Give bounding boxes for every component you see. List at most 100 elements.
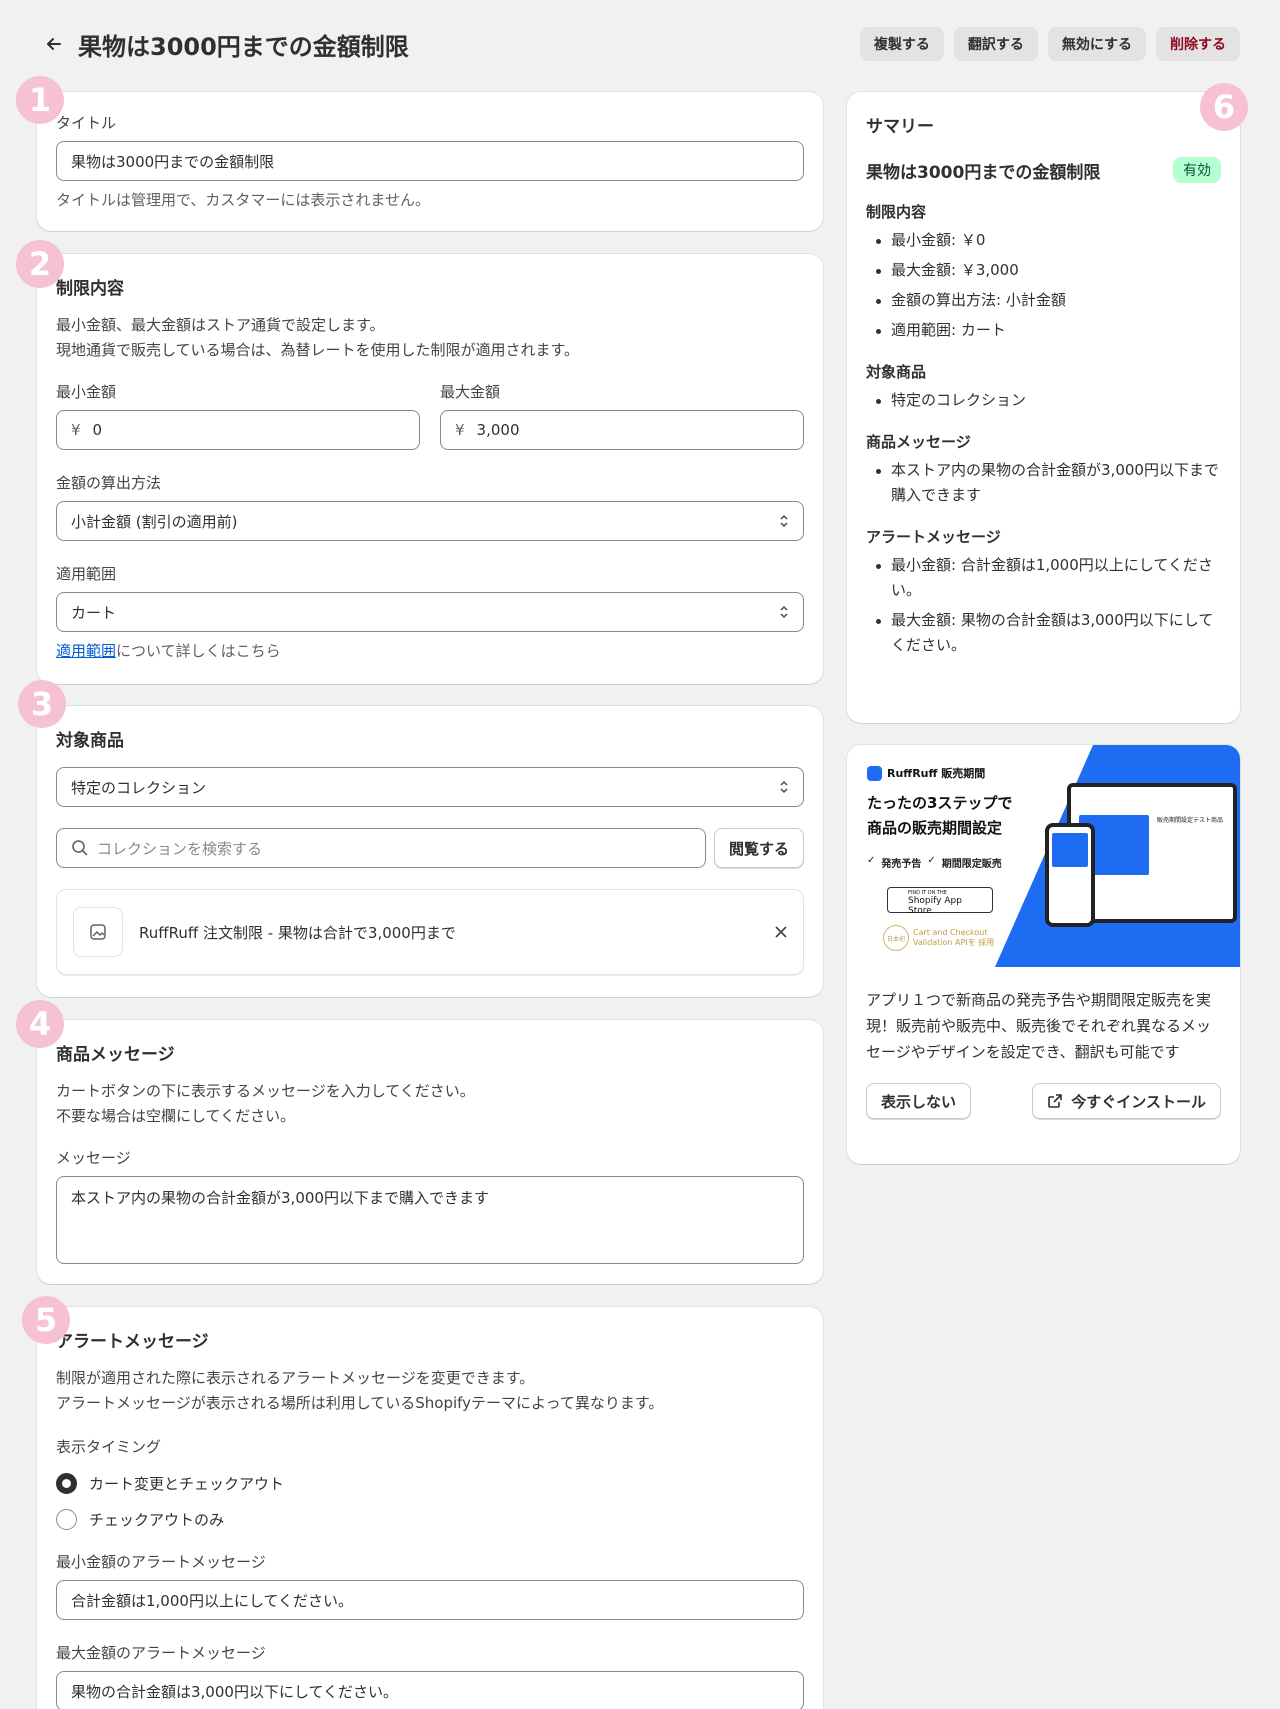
alert-desc-2: アラートメッセージが表示される場所は利用しているShopifyテーマによって異な…	[56, 1394, 664, 1412]
promo-body: アプリ１つで新商品の発売予告や期間限定販売を実現！販売前や販売中、販売後でそれぞ…	[866, 991, 1212, 1061]
min-amount-label: 最小金額	[56, 383, 117, 401]
select-chevron-icon	[780, 780, 788, 794]
radio-unselected[interactable]	[56, 1508, 77, 1530]
alert-heading: アラートメッセージ	[56, 1332, 209, 1352]
step-badge-1: 1	[16, 76, 64, 124]
max-amount-input[interactable]: ¥ 3,000	[440, 410, 804, 450]
products-select-value: 特定のコレクション	[71, 778, 207, 797]
collection-search-placeholder: コレクションを検索する	[97, 839, 263, 858]
radio-selected[interactable]	[56, 1472, 77, 1494]
select-chevron-icon	[780, 605, 788, 619]
limit-desc-2: 現地通貨で販売している場合は、為替レートを使用した制限が適用されます。	[56, 341, 580, 359]
yen-prefix: ¥	[455, 421, 465, 439]
app-store-name: Shopify App Store	[908, 896, 962, 916]
award-line-2: Validation APIを 採用	[913, 938, 995, 947]
translate-button[interactable]: 翻訳する	[953, 27, 1038, 61]
products-card: 対象商品 特定のコレクション コレクションを検索する 閲覧する RuffRuff…	[37, 706, 823, 997]
title-help: タイトルは管理用で、カスタマーには表示されません。	[56, 191, 430, 209]
award-badge: 日本初	[883, 925, 909, 951]
calc-method-label: 金額の算出方法	[56, 474, 162, 492]
max-alert-input[interactable]: 果物の合計金額は3,000円以下にしてください。	[56, 1671, 804, 1709]
back-arrow-icon[interactable]	[40, 30, 68, 58]
message-textarea[interactable]: 本ストア内の果物の合計金額が3,000円以下まで購入できます	[56, 1176, 804, 1264]
scope-value: カート	[71, 603, 117, 622]
products-select[interactable]: 特定のコレクション	[56, 767, 804, 807]
summary-products-heading: 対象商品	[866, 363, 927, 381]
page-header: 果物は3000円までの金額制限 複製する 翻訳する 無効にする 削除する	[40, 24, 1240, 64]
phone-mockup	[1045, 823, 1095, 927]
summary-title: サマリー	[866, 117, 934, 137]
search-icon	[72, 840, 88, 856]
timing-option-checkout-only[interactable]: チェックアウトのみ	[56, 1501, 804, 1537]
disable-button[interactable]: 無効にする	[1047, 27, 1146, 61]
limit-desc-1: 最小金額、最大金額はストア通貨で設定します。	[56, 316, 385, 334]
min-amount-value: 0	[92, 421, 103, 439]
summary-message-heading: 商品メッセージ	[866, 433, 971, 451]
message-label: メッセージ	[56, 1149, 131, 1167]
limit-card: 制限内容 最小金額、最大金額はストア通貨で設定します。 現地通貨で販売している場…	[37, 254, 823, 684]
summary-name: 果物は3000円までの金額制限	[866, 162, 1101, 183]
scope-select[interactable]: カート	[56, 592, 804, 632]
browse-button[interactable]: 閲覧する	[713, 828, 804, 868]
step-badge-2: 2	[16, 240, 64, 288]
scope-label: 適用範囲	[56, 565, 117, 583]
list-item: 適用範囲: カート	[866, 318, 1221, 343]
collection-search-input[interactable]: コレクションを検索する	[56, 828, 706, 868]
delete-button[interactable]: 削除する	[1156, 27, 1240, 61]
step-badge-5: 5	[22, 1296, 70, 1344]
timing-label: 表示タイミング	[56, 1438, 162, 1456]
limit-heading: 制限内容	[56, 279, 124, 299]
list-item: 特定のコレクション	[866, 388, 1221, 413]
selected-collection-name: RuffRuff 注文制限 - 果物は合計で3,000円まで	[139, 923, 456, 942]
duplicate-button[interactable]: 複製する	[859, 27, 944, 61]
step-badge-4: 4	[16, 1000, 64, 1048]
summary-alert-heading: アラートメッセージ	[866, 528, 1001, 546]
mockup-title: 販売期間設定テスト商品	[1157, 817, 1224, 824]
alert-message-card: アラートメッセージ 制限が適用された際に表示されるアラートメッセージを変更できま…	[37, 1307, 823, 1709]
install-button[interactable]: 今すぐインストール	[1032, 1083, 1221, 1119]
scope-help: 適用範囲について詳しくはこちら	[56, 640, 804, 661]
external-link-icon	[1048, 1094, 1063, 1108]
product-message-desc-1: カートボタンの下に表示するメッセージを入力してください。	[56, 1082, 475, 1100]
promo-tag-1: 発売予告	[881, 859, 922, 870]
hide-button[interactable]: 表示しない	[866, 1083, 972, 1119]
title-input[interactable]: 果物は3000円までの金額制限	[56, 141, 804, 181]
ruffruff-logo-icon	[867, 765, 882, 781]
check-icon: ✓	[867, 855, 876, 866]
product-message-desc-2: 不要な場合は空欄にしてください。	[56, 1107, 296, 1125]
summary-card: サマリー 果物は3000円までの金額制限 有効 制限内容 最小金額: ￥0 最大…	[847, 92, 1240, 723]
timing-option-2-label: チェックアウトのみ	[89, 1510, 225, 1529]
list-item: 本ストア内の果物の合計金額が3,000円以下まで購入できます	[866, 458, 1221, 508]
award-line-1: Cart and Checkout	[913, 928, 988, 937]
summary-limit-heading: 制限内容	[866, 203, 927, 221]
alert-desc-1: 制限が適用された際に表示されるアラートメッセージを変更できます。	[56, 1369, 535, 1387]
scope-help-text: について詳しくはこちら	[116, 642, 281, 660]
max-alert-label: 最大金額のアラートメッセージ	[56, 1644, 266, 1662]
promo-banner[interactable]: RuffRuff 販売期間 たったの3ステップで 商品の販売期間設定 ✓ 発売予告…	[847, 745, 1240, 967]
min-alert-input[interactable]: 合計金額は1,000円以上にしてください。	[56, 1580, 804, 1620]
install-label: 今すぐインストール	[1071, 1092, 1206, 1111]
max-amount-label: 最大金額	[440, 383, 501, 401]
product-message-heading: 商品メッセージ	[56, 1045, 175, 1065]
remove-x-icon[interactable]	[775, 926, 787, 938]
step-badge-3: 3	[18, 680, 66, 728]
list-item: 金額の算出方法: 小計金額	[866, 288, 1221, 313]
list-item: 最大金額: 果物の合計金額は3,000円以下にしてください。	[866, 608, 1221, 658]
yen-prefix: ¥	[71, 421, 81, 439]
app-store-badge: FIND IT ON THE Shopify App Store	[887, 887, 993, 916]
promo-headline-1: たったの3ステップで	[867, 794, 1013, 812]
product-message-card: 商品メッセージ カートボタンの下に表示するメッセージを入力してください。 不要な…	[37, 1020, 823, 1284]
page-title: 果物は3000円までの金額制限	[78, 32, 409, 61]
selected-collection-item: RuffRuff 注文制限 - 果物は合計で3,000円まで	[56, 889, 804, 975]
promo-brand: RuffRuff 販売期間	[887, 767, 986, 780]
scope-help-link[interactable]: 適用範囲	[56, 642, 116, 660]
timing-option-1-label: カート変更とチェックアウト	[89, 1474, 285, 1493]
status-badge: 有効	[1173, 157, 1221, 183]
products-heading: 対象商品	[56, 731, 124, 751]
timing-option-cart-and-checkout[interactable]: カート変更とチェックアウト	[56, 1465, 804, 1501]
promo-card: RuffRuff 販売期間 たったの3ステップで 商品の販売期間設定 ✓ 発売予告…	[847, 745, 1240, 1164]
calc-method-select[interactable]: 小計金額 (割引の適用前)	[56, 501, 804, 541]
promo-headline-2: 商品の販売期間設定	[867, 819, 1003, 837]
select-chevron-icon	[780, 514, 788, 528]
min-amount-input[interactable]: ¥ 0	[56, 410, 420, 450]
